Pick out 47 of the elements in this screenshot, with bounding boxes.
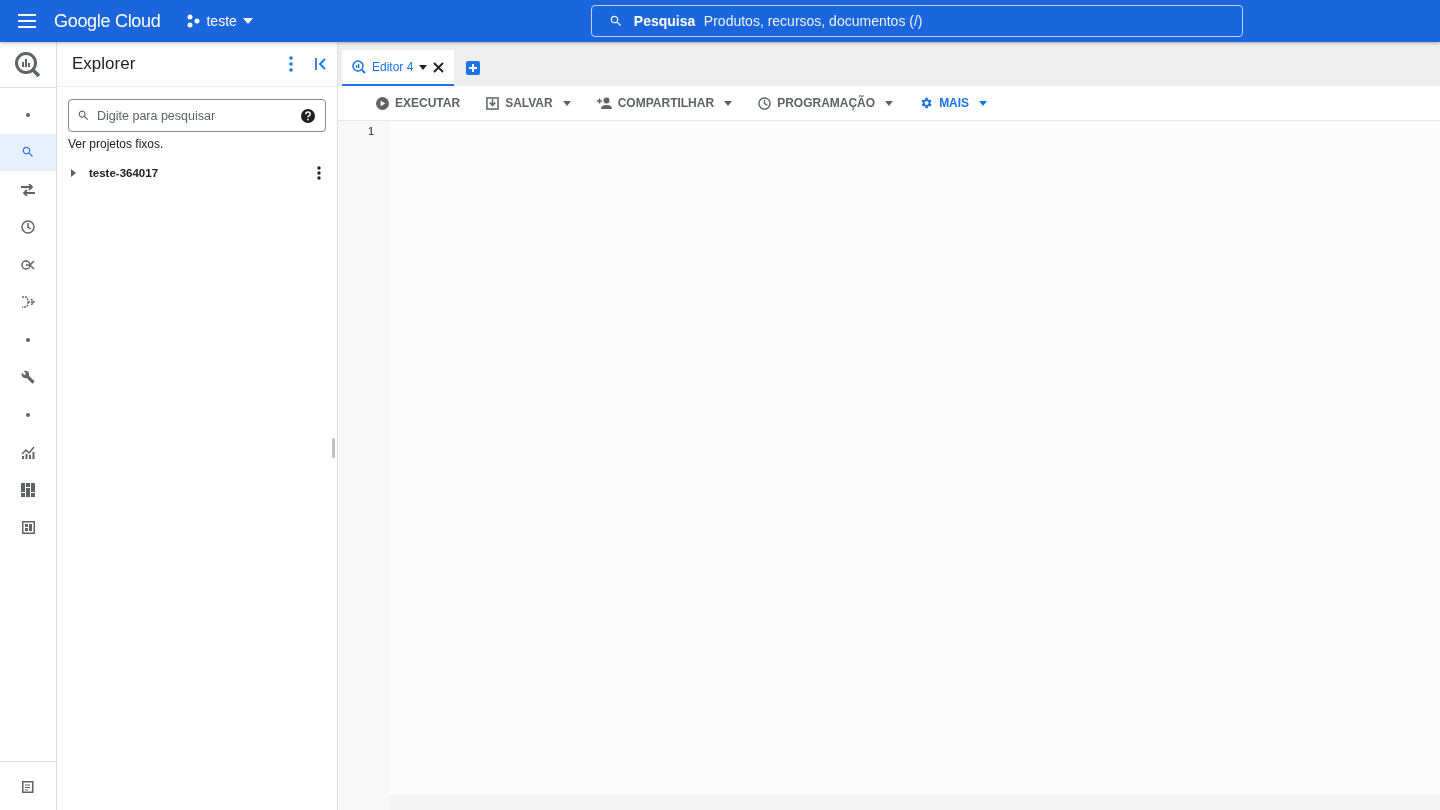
nodes-icon bbox=[21, 258, 35, 271]
line-number: 1 bbox=[367, 125, 374, 137]
pinned-projects-link[interactable]: Ver projetos fixos. bbox=[68, 137, 164, 151]
new-tab-icon[interactable] bbox=[466, 61, 481, 75]
collapse-panel-icon[interactable] bbox=[315, 58, 327, 70]
brand-logo[interactable]: Google Cloud bbox=[54, 10, 161, 32]
merge-arrow-icon bbox=[21, 296, 35, 309]
dot-icon bbox=[26, 337, 30, 342]
more-vert-icon[interactable] bbox=[317, 166, 321, 180]
menu-icon[interactable] bbox=[18, 14, 36, 28]
wrench-icon bbox=[21, 370, 35, 385]
help-icon[interactable] bbox=[301, 109, 315, 123]
download-icon bbox=[486, 96, 500, 110]
toolbar-button[interactable]: EXECUTAR bbox=[370, 92, 467, 114]
dashboard-icon bbox=[21, 482, 35, 497]
add-person-icon bbox=[596, 97, 612, 109]
toolbar-button[interactable]: SALVAR bbox=[480, 92, 577, 114]
toolbar-button[interactable]: PROGRAMAÇÃO bbox=[752, 92, 900, 114]
search-icon bbox=[608, 14, 623, 28]
query-icon bbox=[352, 60, 366, 74]
swap-arrows-icon bbox=[21, 183, 35, 196]
search-field[interactable]: Digite para pesquisar bbox=[68, 99, 326, 132]
play-icon bbox=[376, 96, 389, 110]
caret-icon[interactable] bbox=[419, 64, 428, 70]
search-icon bbox=[77, 109, 90, 122]
table-icon bbox=[21, 520, 35, 534]
toolbar-button[interactable]: COMPARTILHAR bbox=[590, 92, 739, 114]
dot-icon bbox=[26, 112, 30, 117]
dot-icon bbox=[26, 412, 30, 417]
close-icon[interactable] bbox=[433, 61, 445, 73]
search-icon bbox=[21, 145, 35, 160]
clock-icon bbox=[21, 220, 35, 235]
resize-handle[interactable] bbox=[332, 438, 335, 458]
project-tree-item[interactable]: teste-364017 bbox=[89, 167, 305, 179]
caret-icon bbox=[242, 18, 253, 24]
toolbar-button[interactable]: MAIS bbox=[913, 92, 994, 114]
panel-title: Explorer bbox=[72, 54, 137, 74]
clock-icon bbox=[758, 96, 772, 110]
expand-arrow-icon[interactable] bbox=[69, 169, 77, 177]
editor-tab[interactable]: Editor 4 bbox=[342, 50, 455, 86]
magnifier-logo-icon[interactable] bbox=[14, 50, 42, 79]
search-label: Pesquisa bbox=[633, 13, 696, 29]
notes-icon[interactable] bbox=[21, 779, 35, 793]
project-selector[interactable]: teste bbox=[182, 9, 257, 33]
dots-icon bbox=[186, 14, 201, 28]
bar-chart-icon bbox=[21, 445, 35, 459]
settings-icon bbox=[919, 96, 934, 110]
